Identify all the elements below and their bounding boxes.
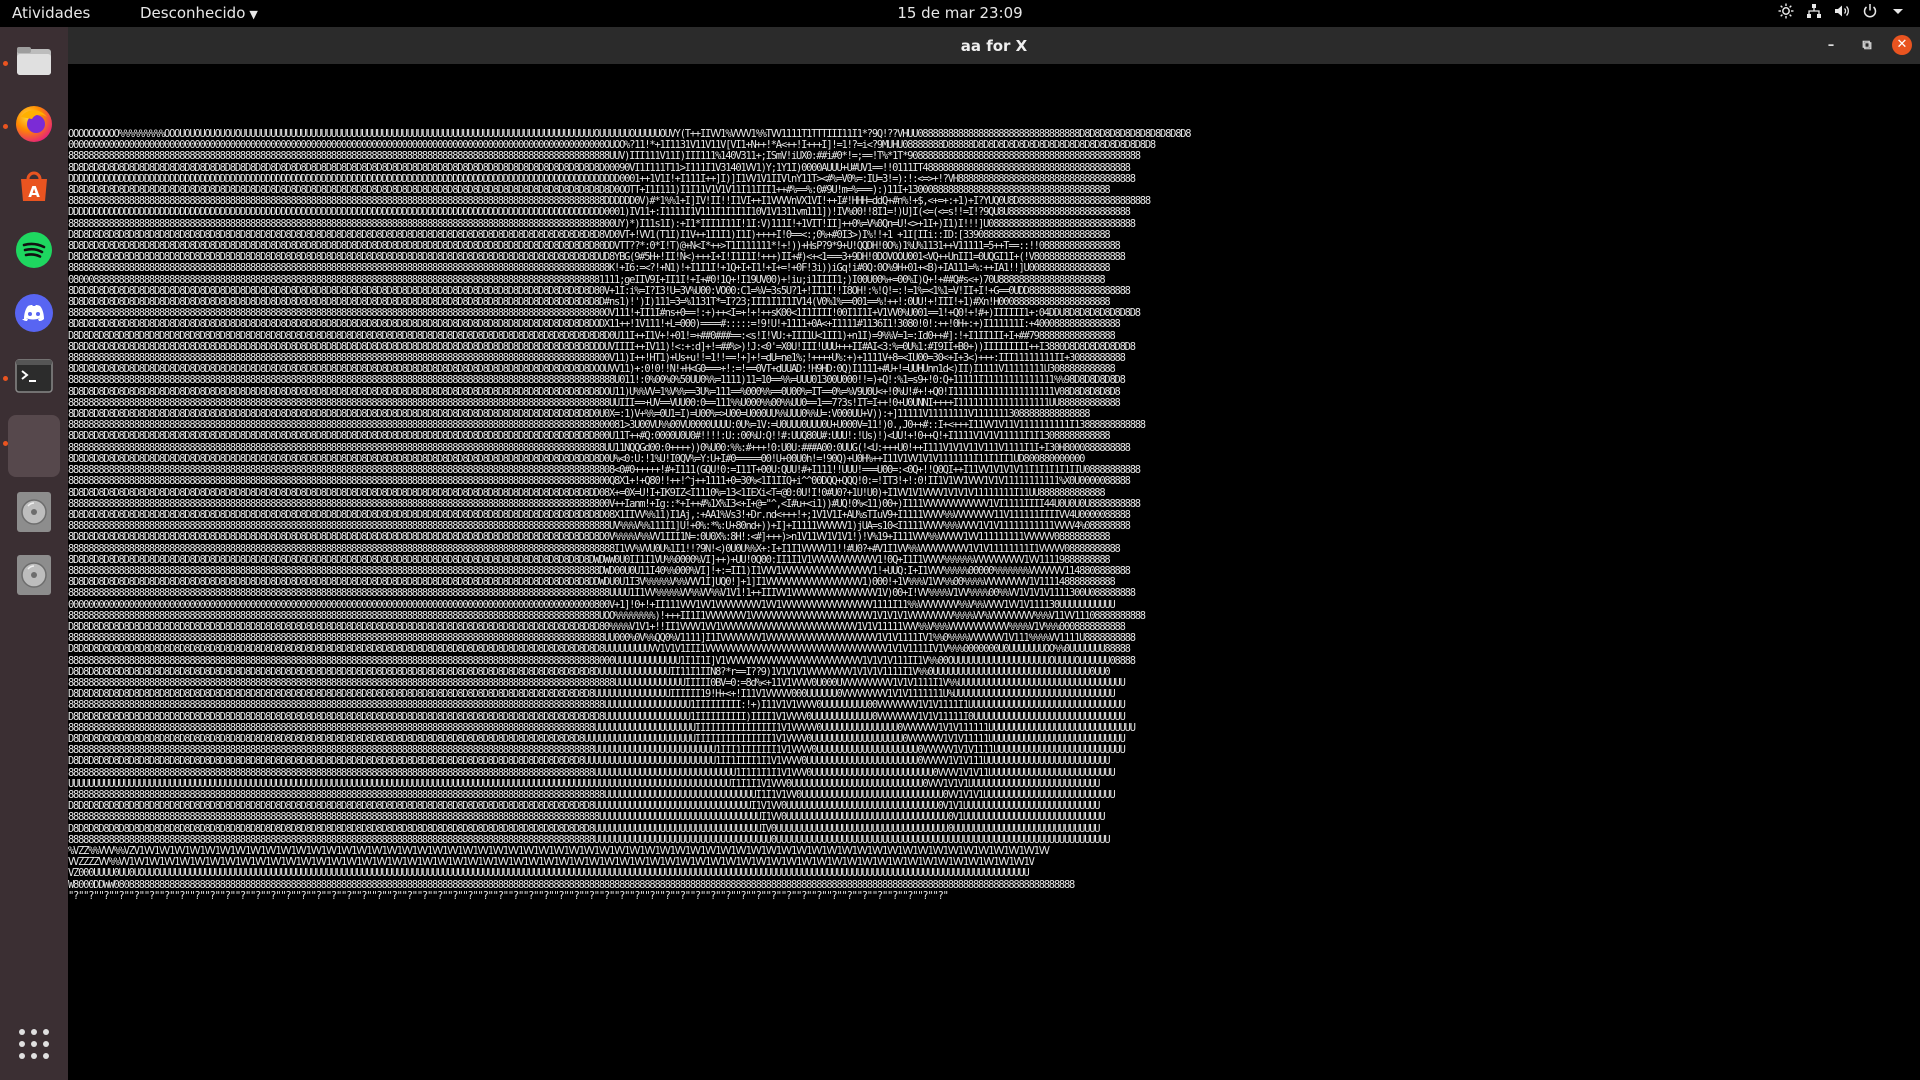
top-bar: Atividades Desconhecido ▼ 15 de mar 23:09 xyxy=(0,0,1920,27)
close-button[interactable]: ✕ xyxy=(1892,35,1912,55)
svg-text:A: A xyxy=(28,183,40,201)
window-title: aa for X xyxy=(960,37,1028,55)
maximize-button[interactable]: ⧉ xyxy=(1856,34,1878,56)
system-tray[interactable] xyxy=(1778,3,1906,19)
volume-icon[interactable] xyxy=(1834,3,1850,19)
software-store-icon: A xyxy=(14,167,54,211)
optical-disc-icon xyxy=(15,491,53,537)
dock-app-firefox[interactable] xyxy=(8,100,60,152)
dock-app-spotify[interactable] xyxy=(8,226,60,278)
discord-icon xyxy=(13,292,55,338)
folder-icon xyxy=(14,41,54,85)
app-grid-icon[interactable] xyxy=(19,1029,49,1059)
activities-button[interactable]: Atividades xyxy=(12,4,90,22)
network-status-label: Desconhecido xyxy=(140,4,246,22)
clock[interactable]: 15 de mar 23:09 xyxy=(897,4,1022,22)
dock-app-disk-1[interactable] xyxy=(8,488,60,540)
dock-app-discord[interactable] xyxy=(8,289,60,341)
network-status-menu[interactable]: Desconhecido ▼ xyxy=(140,4,258,22)
dock-app-ubuntu-software[interactable]: A xyxy=(8,163,60,215)
window-content: OOOOOOOOOO%%%%%%%%%OOOUOUOUOUOUOUOUUUUUU… xyxy=(68,64,1920,1080)
dock-app-disk-2[interactable] xyxy=(8,551,60,603)
chevron-down-icon: ▼ xyxy=(249,8,258,21)
dock-app-files[interactable] xyxy=(8,37,60,89)
dock-app-terminal[interactable] xyxy=(8,352,60,404)
spotify-icon xyxy=(14,230,54,274)
brightness-icon[interactable] xyxy=(1778,3,1794,19)
app-window: aa for X – ⧉ ✕ OOOOOOOOOO%%%%%%%%%OOOUOU… xyxy=(68,27,1920,1080)
power-icon[interactable] xyxy=(1862,3,1878,19)
minimize-button[interactable]: – xyxy=(1820,34,1842,56)
firefox-icon xyxy=(13,103,55,149)
window-controls: – ⧉ ✕ xyxy=(1820,34,1912,56)
terminal-icon xyxy=(14,358,54,398)
dock-app-aa-for-x[interactable] xyxy=(8,415,60,477)
dock: A xyxy=(0,27,68,1080)
clock-container: 15 de mar 23:09 xyxy=(0,4,1920,22)
network-icon[interactable] xyxy=(1806,3,1822,19)
optical-disc-icon xyxy=(15,554,53,600)
window-titlebar[interactable]: aa for X – ⧉ ✕ xyxy=(68,27,1920,64)
chevron-down-icon[interactable] xyxy=(1890,3,1906,19)
ascii-art-render: OOOOOOOOOO%%%%%%%%%OOOUOUOUOUOUOUOUUUUUU… xyxy=(68,129,1192,902)
